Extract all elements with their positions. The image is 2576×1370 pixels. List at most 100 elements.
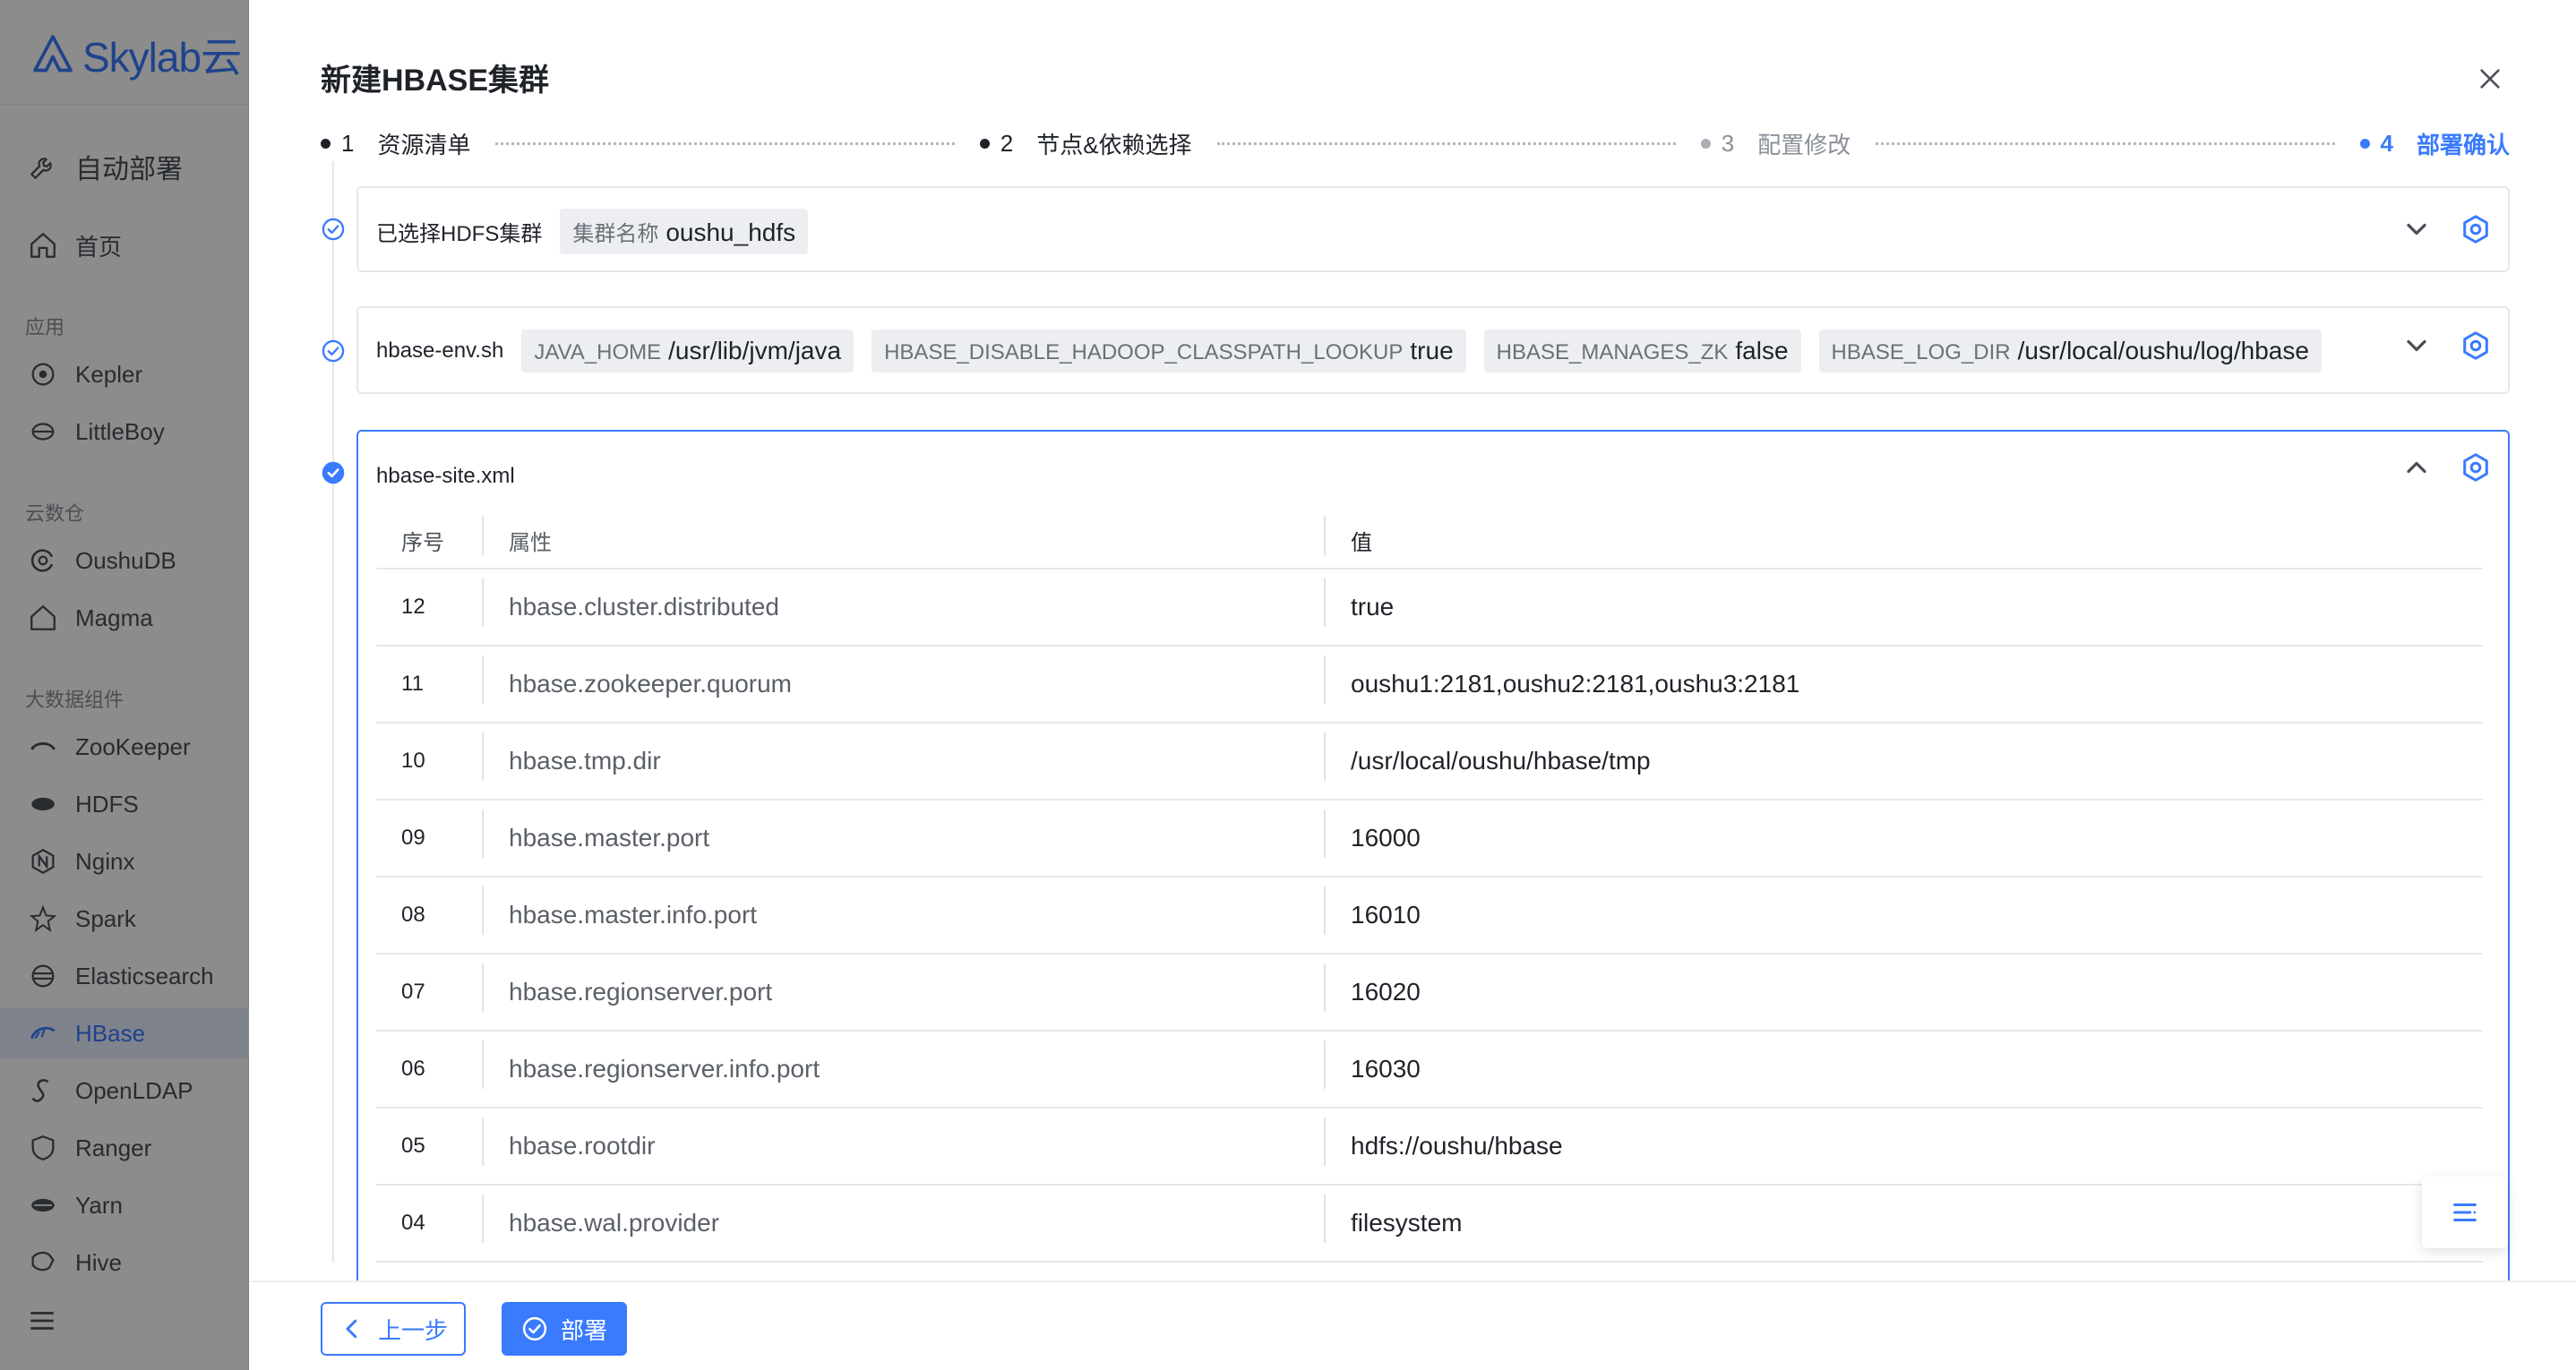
- env-tag-java-home: JAVA_HOME /usr/lib/jvm/java: [521, 330, 854, 372]
- step-label: 节点&依赖选择: [1036, 131, 1192, 158]
- column-header-value: 值: [1324, 515, 2483, 556]
- cell-property: hbase.regionserver.port: [482, 963, 1324, 1012]
- step-label: 部署确认: [2417, 131, 2511, 158]
- cell-no: 06: [401, 1057, 425, 1081]
- table-row[interactable]: 06 hbase.regionserver.info.port 16030: [376, 1032, 2483, 1109]
- env-tag-log-dir: HBASE_LOG_DIR /usr/local/oushu/log/hbase: [1818, 330, 2322, 372]
- table-row[interactable]: 04 hbase.wal.provider filesystem: [376, 1186, 2483, 1263]
- table-header: 序号 属性 值: [376, 512, 2483, 569]
- cell-property: hbase.cluster.distributed: [482, 578, 1324, 627]
- list-menu-icon: [2453, 1203, 2477, 1222]
- drawer-title: 新建HBASE集群: [321, 64, 550, 98]
- step-number: 1: [341, 129, 355, 157]
- table-row[interactable]: 09 hbase.master.port 16000: [376, 801, 2483, 878]
- step-1: 1 资源清单: [321, 127, 470, 160]
- chevron-down-icon[interactable]: [2400, 213, 2433, 245]
- tag-value: false: [1735, 337, 1789, 364]
- card-label: hbase-env.sh: [376, 338, 504, 363]
- close-icon: [2480, 69, 2500, 89]
- tag-value: /usr/lib/jvm/java: [668, 337, 842, 364]
- table-row[interactable]: 12 hbase.cluster.distributed true: [376, 569, 2483, 646]
- tag-key: HBASE_LOG_DIR: [1831, 340, 2011, 364]
- cell-no: 08: [401, 903, 425, 927]
- step-number: 4: [2380, 129, 2393, 157]
- card-tools: [2400, 213, 2492, 245]
- step-number: 2: [1000, 129, 1014, 157]
- settings-icon[interactable]: [2460, 213, 2492, 245]
- check-circle-icon: [522, 1316, 547, 1341]
- deploy-button[interactable]: 部署: [502, 1302, 627, 1356]
- cell-property: hbase.wal.provider: [482, 1194, 1324, 1243]
- env-tag-disable-hadoop-classpath: HBASE_DISABLE_HADOOP_CLASSPATH_LOOKUP tr…: [872, 330, 1466, 372]
- site-card-header: hbase-site.xml: [376, 458, 515, 494]
- tag-key: 集群名称: [572, 221, 659, 246]
- cell-no: 07: [401, 980, 425, 1004]
- table-row[interactable]: 05 hbase.rootdir hdfs://oushu/hbase: [376, 1109, 2483, 1186]
- settings-icon[interactable]: [2460, 330, 2492, 362]
- anchor-menu-button[interactable]: [2422, 1177, 2508, 1248]
- cell-value: oushu1:2181,oushu2:2181,oushu3:2181: [1324, 655, 2483, 704]
- card-label: 已选择HDFS集群: [376, 221, 543, 246]
- card-label: hbase-site.xml: [376, 464, 515, 488]
- env-tag-manages-zk: HBASE_MANAGES_ZK false: [1483, 330, 1801, 372]
- check-circle-icon: [321, 217, 346, 242]
- settings-icon[interactable]: [2460, 451, 2492, 484]
- previous-step-button[interactable]: 上一步: [321, 1302, 466, 1356]
- chevron-down-icon[interactable]: [2400, 330, 2433, 362]
- steps-bar: 1 资源清单 2 节点&依赖选择 3 配置修改 4 部署确认: [321, 125, 2510, 161]
- cell-value: filesystem: [1324, 1194, 2483, 1243]
- step-dot: [321, 138, 331, 149]
- check-circle-filled-icon: [321, 460, 346, 485]
- step-dot: [979, 138, 990, 149]
- env-card-content: hbase-env.sh JAVA_HOME /usr/lib/jvm/java…: [376, 328, 2322, 374]
- cluster-name-tag: 集群名称 oushu_hdfs: [560, 208, 809, 254]
- chevron-left-icon: [346, 1319, 357, 1339]
- cell-property: hbase.master.port: [482, 809, 1324, 858]
- table-row[interactable]: 08 hbase.master.info.port 16010: [376, 878, 2483, 955]
- step-dot: [2359, 138, 2370, 149]
- create-cluster-drawer: 新建HBASE集群 1 资源清单 2 节点&依赖选择 3 配置修改 4 部署确认: [249, 0, 2576, 1370]
- hbase-site-card: hbase-site.xml 序号 属性 值 12 hbase.cluster.…: [356, 430, 2510, 1280]
- step-2: 2 节点&依赖选择: [979, 127, 1192, 160]
- tag-value: /usr/local/oushu/log/hbase: [2017, 337, 2309, 364]
- tag-value: oushu_hdfs: [665, 218, 796, 246]
- cell-value: /usr/local/oushu/hbase/tmp: [1324, 732, 2483, 781]
- cell-property: hbase.regionserver.info.port: [482, 1040, 1324, 1089]
- step-connector: [1876, 141, 2335, 145]
- step-4: 4 部署确认: [2359, 127, 2511, 160]
- step-connector: [495, 141, 955, 145]
- column-header-property: 属性: [482, 515, 1324, 556]
- hdfs-cluster-card: 已选择HDFS集群 集群名称 oushu_hdfs: [356, 186, 2510, 272]
- cell-value: 16020: [1324, 963, 2483, 1012]
- cell-no: 05: [401, 1134, 425, 1158]
- table-row[interactable]: 10 hbase.tmp.dir /usr/local/oushu/hbase/…: [376, 724, 2483, 801]
- cell-value: hdfs://oushu/hbase: [1324, 1117, 2483, 1166]
- card-tools: [2400, 451, 2492, 484]
- timeline-line: [332, 161, 334, 1263]
- table-row[interactable]: 11 hbase.zookeeper.quorum oushu1:2181,ou…: [376, 646, 2483, 724]
- tag-key: HBASE_MANAGES_ZK: [1496, 340, 1729, 364]
- step-3: 3 配置修改: [1700, 127, 1851, 160]
- config-table: 序号 属性 值 12 hbase.cluster.distributed tru…: [376, 512, 2483, 1263]
- table-row[interactable]: 07 hbase.regionserver.port 16020: [376, 955, 2483, 1032]
- check-circle-icon: [321, 338, 346, 364]
- step-label: 配置修改: [1757, 131, 1851, 158]
- tag-key: HBASE_DISABLE_HADOOP_CLASSPATH_LOOKUP: [884, 340, 1404, 364]
- button-label: 部署: [560, 1316, 607, 1344]
- cell-no: 10: [401, 749, 425, 773]
- cell-value: 16030: [1324, 1040, 2483, 1089]
- cell-no: 12: [401, 595, 425, 619]
- cell-no: 11: [401, 672, 424, 696]
- step-connector: [1216, 141, 1676, 145]
- tag-value: true: [1410, 337, 1454, 364]
- cell-value: true: [1324, 578, 2483, 627]
- step-dot: [1700, 138, 1711, 149]
- cell-value: 16010: [1324, 886, 2483, 935]
- button-label: 上一步: [377, 1316, 448, 1344]
- cell-property: hbase.tmp.dir: [482, 732, 1324, 781]
- cell-no: 04: [401, 1211, 425, 1235]
- chevron-up-icon[interactable]: [2400, 451, 2433, 484]
- column-header-no: 序号: [401, 530, 444, 555]
- close-button[interactable]: [2472, 61, 2508, 97]
- hbase-env-card: hbase-env.sh JAVA_HOME /usr/lib/jvm/java…: [356, 306, 2510, 394]
